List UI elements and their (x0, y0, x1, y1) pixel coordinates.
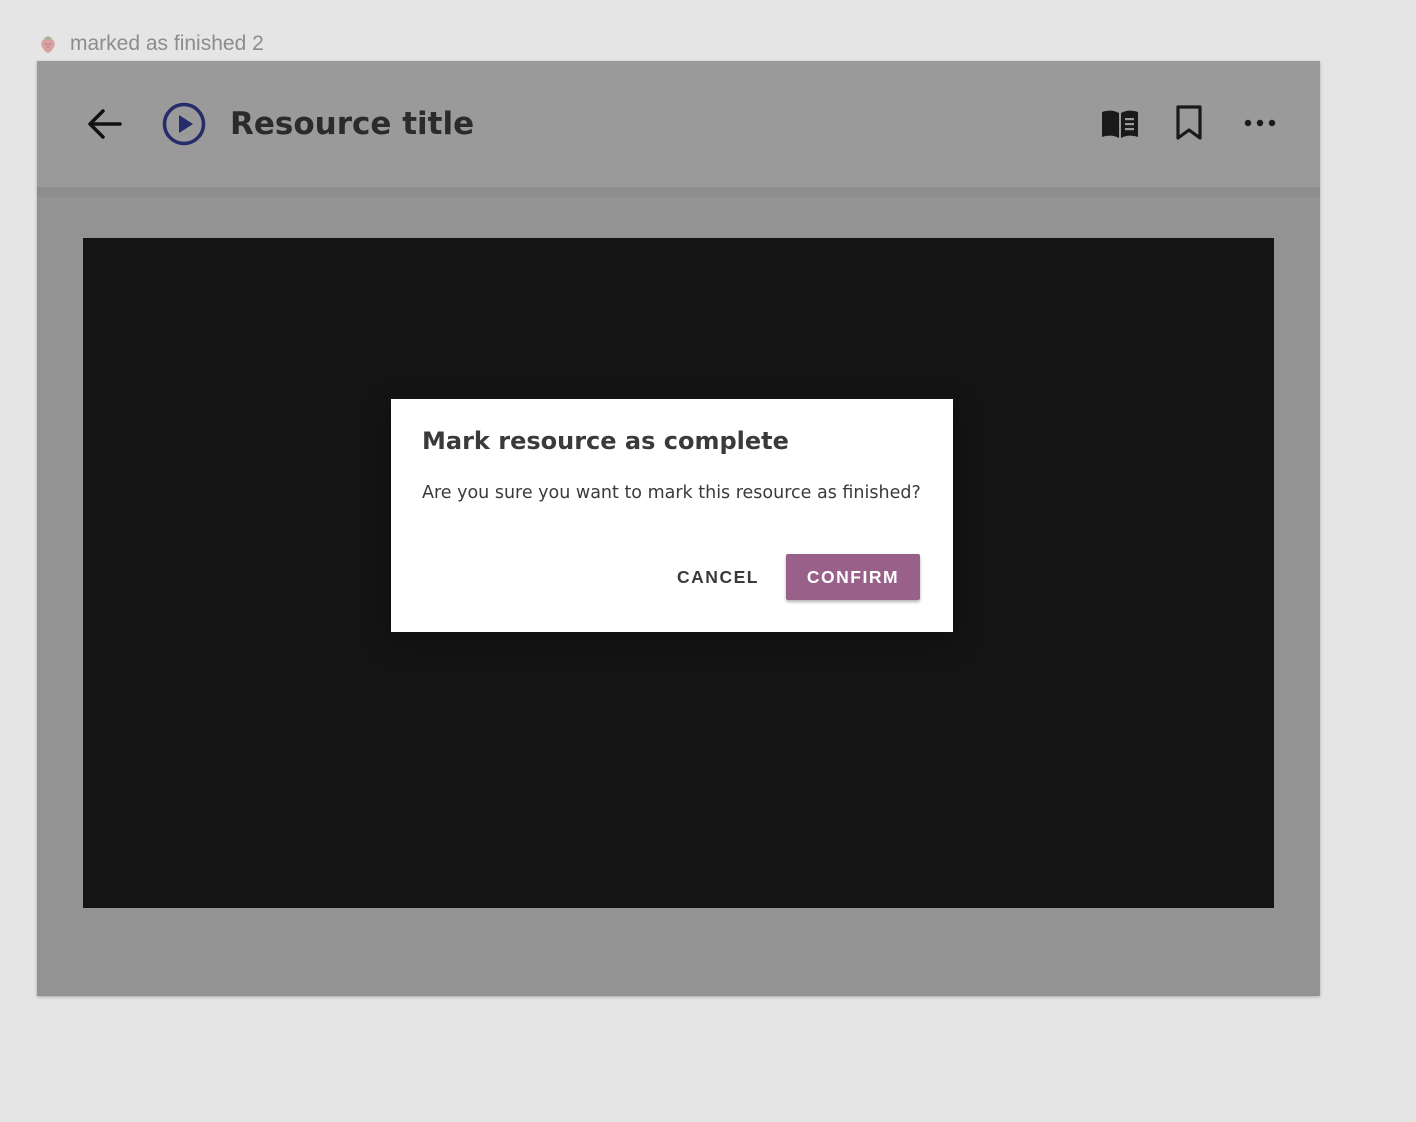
strawberry-icon (38, 34, 58, 54)
frame-label: marked as finished 2 (38, 30, 264, 58)
book-menu-button[interactable] (1097, 103, 1143, 145)
more-options-button[interactable] (1237, 101, 1283, 145)
confirm-button[interactable]: CONFIRM (786, 554, 920, 600)
back-button[interactable] (81, 101, 127, 147)
app-bar: Resource title (37, 61, 1320, 187)
app-bar-divider (37, 187, 1320, 197)
book-menu-icon (1102, 110, 1138, 138)
page-title: Resource title (230, 106, 475, 142)
frame-name: marked as finished 2 (70, 32, 264, 55)
bookmark-icon (1176, 105, 1202, 140)
confirm-dialog: Mark resource as complete Are you sure y… (391, 399, 953, 632)
more-horizontal-icon (1244, 119, 1276, 127)
cancel-button[interactable]: CANCEL (663, 554, 773, 600)
dialog-title: Mark resource as complete (422, 427, 789, 455)
play-circle-icon (161, 101, 207, 147)
dialog-message: Are you sure you want to mark this resou… (422, 483, 921, 503)
bookmark-button[interactable] (1169, 101, 1209, 145)
arrow-left-icon (88, 109, 122, 139)
